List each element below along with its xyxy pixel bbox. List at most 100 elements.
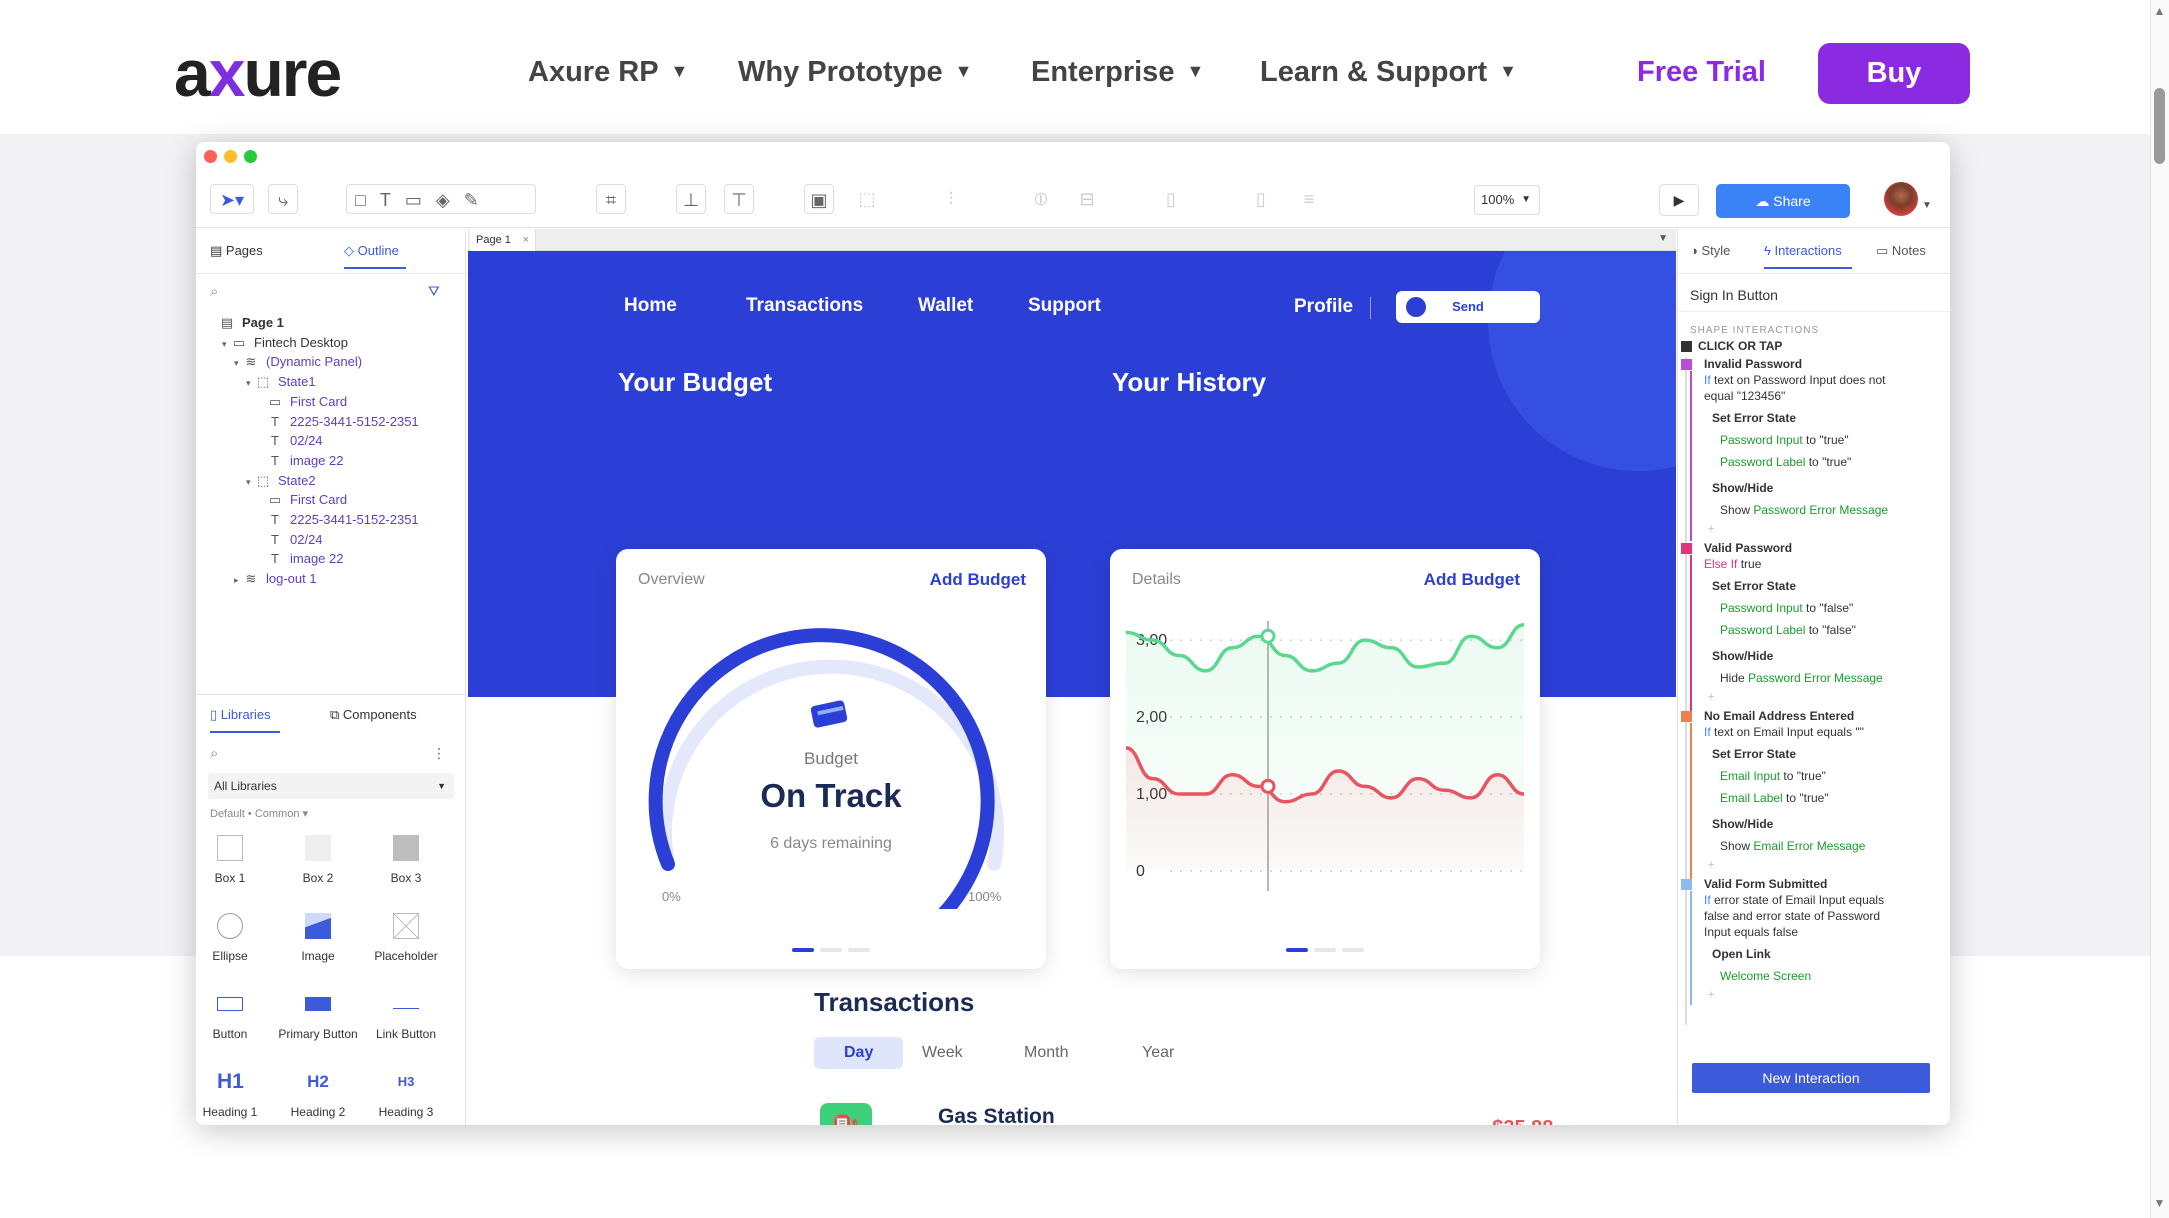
group-icon[interactable]: ▣: [804, 184, 834, 214]
case-condition[interactable]: Else If true: [1704, 557, 1950, 572]
case-title[interactable]: Invalid Password: [1704, 357, 1950, 372]
outline-node[interactable]: ▾ ⬚ State2: [246, 473, 316, 489]
tab-outline[interactable]: ◇ Outline: [344, 243, 399, 259]
widget-heading-1[interactable]: H1 Heading 1: [196, 1069, 270, 1119]
library-path[interactable]: Default • Common ▾: [210, 807, 308, 820]
series-marker[interactable]: [1260, 628, 1276, 644]
search-icon[interactable]: ⌕: [210, 283, 218, 300]
tree-caret-icon[interactable]: ▾: [246, 477, 256, 488]
tab-style[interactable]: ◑ Style: [1690, 243, 1730, 258]
action-name[interactable]: Set Error State: [1712, 747, 1950, 762]
window-zoom-dot[interactable]: [244, 150, 257, 163]
library-search-icon[interactable]: ⌕: [210, 745, 218, 762]
case-title[interactable]: Valid Password: [1704, 541, 1950, 556]
carousel-dot[interactable]: [1342, 948, 1364, 952]
action-name[interactable]: Show/Hide: [1712, 817, 1950, 832]
carousel-dot[interactable]: [820, 948, 842, 952]
arrange-top-icon[interactable]: ⊤: [724, 184, 754, 214]
period-tab-week[interactable]: Week: [912, 1037, 973, 1069]
event-name[interactable]: CLICK OR TAP: [1698, 339, 1782, 353]
widget-primary-button[interactable]: Primary Button: [278, 991, 358, 1041]
send-button[interactable]: Send: [1396, 291, 1540, 323]
selected-widget-name[interactable]: Sign In Button: [1690, 287, 1778, 303]
outline-node[interactable]: ▤ Page 1: [210, 315, 284, 331]
transaction-row[interactable]: ⛽Gas StationTuesday- $35.88: [810, 1091, 1610, 1125]
add-action-icon[interactable]: +: [1708, 691, 1714, 703]
page-tab[interactable]: Page 1 ×: [470, 229, 536, 251]
filter-icon[interactable]: ⛛: [428, 283, 440, 300]
close-icon[interactable]: ×: [523, 229, 529, 251]
case-marker-icon[interactable]: [1681, 879, 1692, 890]
page-scrollbar[interactable]: [2150, 0, 2169, 1218]
app-nav-wallet[interactable]: Wallet: [918, 295, 973, 317]
avatar-chevron-icon[interactable]: ▼: [1922, 200, 1932, 211]
action-name[interactable]: Show/Hide: [1712, 649, 1950, 664]
tab-interactions[interactable]: ϟ Interactions: [1764, 243, 1842, 258]
align-icon[interactable]: ⫶: [936, 184, 966, 214]
ungroup-icon[interactable]: ⬚: [852, 184, 882, 214]
case-condition[interactable]: If text on Password Input does not: [1704, 373, 1950, 388]
hspace-icon[interactable]: ▯: [1156, 184, 1186, 214]
outline-node[interactable]: ▸ ≋ log-out 1: [234, 571, 317, 587]
tabs-dropdown-icon[interactable]: ▼: [1658, 233, 1668, 244]
library-select[interactable]: All Libraries ▼: [208, 773, 454, 799]
free-trial-link[interactable]: Free Trial: [1637, 56, 1766, 89]
carousel-dot-active[interactable]: [792, 948, 814, 952]
window-minimize-dot[interactable]: [224, 150, 237, 163]
period-tab-year[interactable]: Year: [1132, 1037, 1184, 1069]
action-detail[interactable]: Hide Password Error Message: [1720, 671, 1950, 686]
case-marker-icon[interactable]: [1681, 359, 1692, 370]
widget-heading-3[interactable]: H3 Heading 3: [366, 1069, 446, 1119]
add-action-icon[interactable]: +: [1708, 989, 1714, 1001]
series-marker[interactable]: [1260, 778, 1276, 794]
scroll-down-icon[interactable]: ▼: [2152, 1196, 2167, 1210]
widget-button[interactable]: Button: [196, 991, 270, 1041]
outline-node[interactable]: T 02/24: [258, 433, 323, 448]
share-button[interactable]: ☁ Share: [1716, 184, 1850, 218]
case-condition[interactable]: If text on Email Input equals "": [1704, 725, 1950, 740]
scroll-up-icon[interactable]: ▲: [2152, 4, 2167, 18]
outline-node[interactable]: ▭ First Card: [258, 492, 347, 508]
widget-link-button[interactable]: Link Button: [366, 991, 446, 1041]
widget-image[interactable]: Image: [278, 913, 358, 963]
action-name[interactable]: Open Link: [1712, 947, 1950, 962]
outline-node[interactable]: T 02/24: [258, 532, 323, 547]
lock-icon[interactable]: ⊟: [1072, 184, 1102, 214]
outline-node[interactable]: ▾ ⬚ State1: [246, 374, 316, 390]
action-detail[interactable]: Welcome Screen: [1720, 969, 1950, 984]
action-detail[interactable]: Email Label to "true": [1720, 791, 1950, 806]
outline-node[interactable]: Timage 22: [258, 453, 343, 468]
outline-node[interactable]: Timage 22: [258, 551, 343, 566]
axure-logo[interactable]: axure: [174, 40, 342, 106]
add-action-icon[interactable]: +: [1708, 859, 1714, 871]
distribute-icon[interactable]: ⦶: [1026, 184, 1056, 214]
preview-button[interactable]: ▶: [1659, 184, 1699, 216]
scrollbar-thumb[interactable]: [2154, 88, 2165, 164]
case-condition[interactable]: If error state of Email Input equals: [1704, 893, 1950, 908]
outline-node[interactable]: T 2225-3441-5152-2351: [258, 414, 419, 429]
outline-node[interactable]: ▭ First Card: [258, 394, 347, 410]
widget-ellipse[interactable]: Ellipse: [196, 913, 270, 963]
action-detail[interactable]: Password Label to "true": [1720, 455, 1950, 470]
case-title[interactable]: Valid Form Submitted: [1704, 877, 1950, 892]
app-nav-support[interactable]: Support: [1028, 295, 1101, 317]
widget-box-3[interactable]: Box 3: [366, 835, 446, 885]
nav-axure-rp[interactable]: Axure RP ▼: [528, 56, 688, 89]
period-tab-day[interactable]: Day: [814, 1037, 904, 1069]
add-budget-link[interactable]: Add Budget: [1424, 570, 1520, 590]
tree-caret-icon[interactable]: ▾: [234, 358, 244, 369]
spacing-icon[interactable]: ≡: [1294, 184, 1324, 214]
tab-notes[interactable]: ▭ Notes: [1876, 243, 1926, 259]
collapse-toggle-icon[interactable]: [1681, 341, 1692, 352]
arrange-bottom-icon[interactable]: ⊥: [676, 184, 706, 214]
tree-caret-icon[interactable]: ▾: [246, 378, 256, 389]
carousel-dot[interactable]: [1314, 948, 1336, 952]
app-nav-profile[interactable]: Profile: [1294, 296, 1353, 318]
app-nav-home[interactable]: Home: [624, 295, 677, 317]
add-budget-link[interactable]: Add Budget: [930, 570, 1026, 590]
window-close-dot[interactable]: [204, 150, 217, 163]
insert-tools-group[interactable]: □T▭◈✎: [346, 184, 536, 214]
case-title[interactable]: No Email Address Entered: [1704, 709, 1950, 724]
outline-node[interactable]: ▾ ≋ (Dynamic Panel): [234, 354, 362, 370]
new-interaction-button[interactable]: New Interaction: [1692, 1063, 1930, 1093]
